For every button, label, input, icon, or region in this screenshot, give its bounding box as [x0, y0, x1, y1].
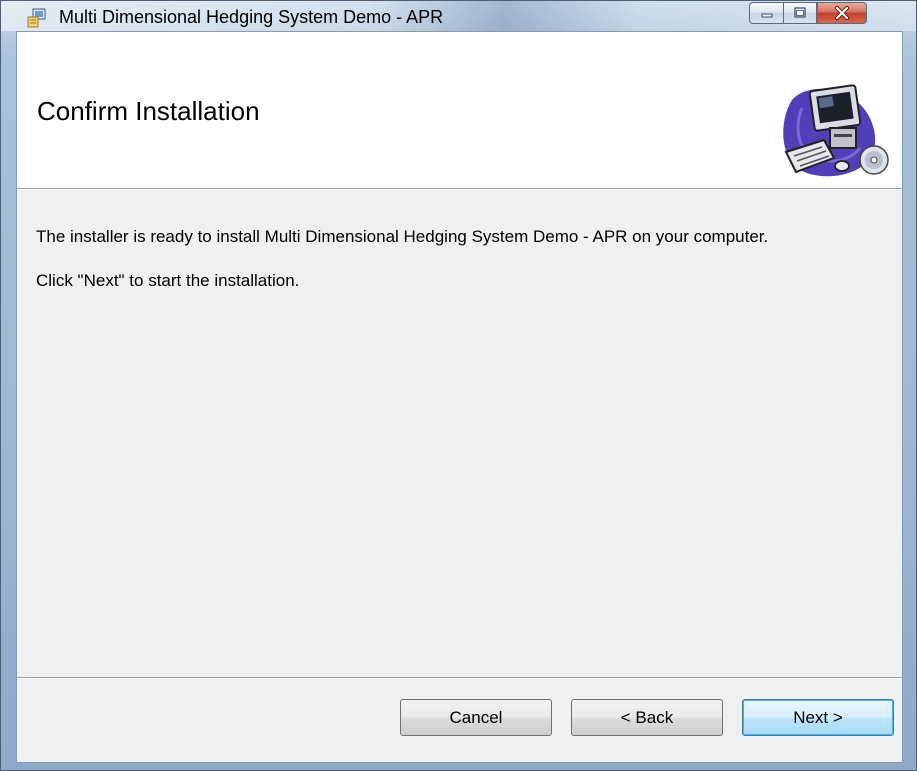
instruction-message: Click "Next" to start the installation.: [36, 271, 300, 290]
computer-cd-illustration: [783, 84, 889, 177]
window-title: Multi Dimensional Hedging System Demo - …: [59, 7, 444, 27]
maximize-icon: [794, 7, 806, 18]
ready-message: The installer is ready to install Multi …: [36, 227, 769, 246]
back-button[interactable]: < Back: [571, 699, 723, 736]
footer-divider: [17, 677, 902, 678]
installer-window: Multi Dimensional Hedging System Demo - …: [0, 0, 917, 771]
header-banner: Confirm Installation: [17, 32, 902, 189]
title-bar[interactable]: Multi Dimensional Hedging System Demo - …: [1, 1, 916, 31]
installer-icon: [27, 8, 46, 28]
installer-client-area: Confirm Installation The installer is re…: [16, 31, 903, 763]
cancel-button[interactable]: Cancel: [400, 699, 552, 736]
caption-buttons: [749, 2, 867, 26]
maximize-button[interactable]: [783, 2, 817, 24]
minimize-icon: [761, 13, 772, 18]
banner-divider: [17, 189, 902, 190]
minimize-button[interactable]: [749, 2, 783, 24]
close-button[interactable]: [817, 2, 867, 24]
page-title: Confirm Installation: [37, 96, 260, 126]
next-button[interactable]: Next >: [742, 699, 894, 736]
close-icon: [835, 6, 849, 20]
